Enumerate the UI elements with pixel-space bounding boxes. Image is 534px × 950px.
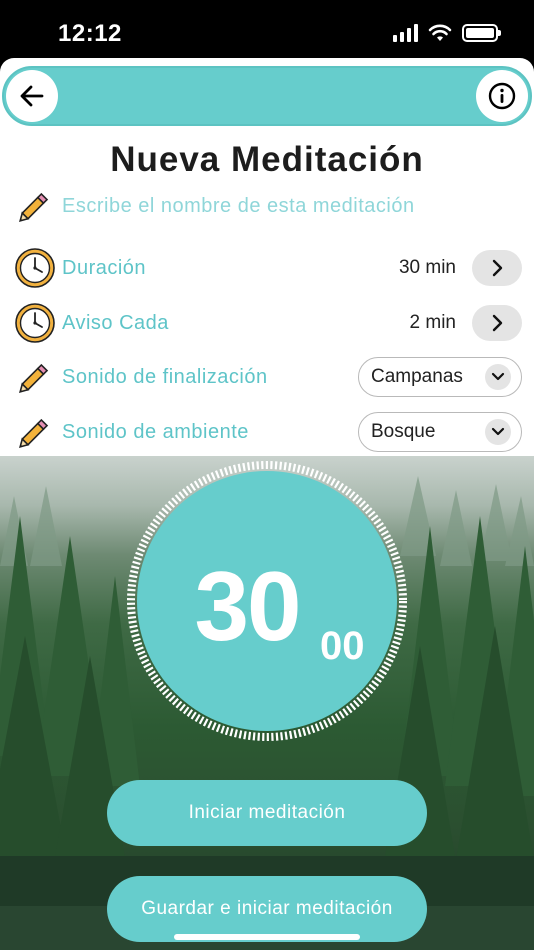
- duration-value: 30 min: [398, 257, 456, 278]
- pencil-icon: [14, 185, 56, 227]
- status-icons: [393, 24, 501, 42]
- duration-label: Duración: [62, 256, 147, 279]
- interval-value: 2 min: [409, 312, 456, 333]
- clock-icon: [14, 302, 56, 344]
- home-indicator[interactable]: [174, 934, 360, 940]
- ambient-sound-value: Bosque: [371, 421, 436, 442]
- ambient-sound-label: Sonido de ambiente: [62, 420, 249, 443]
- chevron-down-icon: [485, 419, 511, 445]
- cellular-signal-icon: [393, 24, 418, 42]
- end-sound-select[interactable]: Campanas: [358, 357, 522, 397]
- app-screen: Nueva Meditación Escribe el nombre de es…: [0, 58, 534, 950]
- meditation-name-row[interactable]: Escribe el nombre de esta meditación: [14, 184, 522, 228]
- clock-icon: [14, 247, 56, 289]
- chevron-down-icon: [485, 364, 511, 390]
- battery-icon: [462, 24, 501, 42]
- status-bar: 12:12: [0, 0, 534, 58]
- back-button[interactable]: [6, 70, 58, 122]
- ambient-sound-row: Sonido de ambiente Bosque: [14, 410, 522, 454]
- duration-row: Duración 30 min: [14, 246, 522, 290]
- top-bar: [2, 66, 532, 126]
- interval-row: Aviso Cada 2 min: [14, 301, 522, 345]
- pencil-icon: [14, 356, 56, 398]
- timer-seconds: 00: [320, 624, 365, 668]
- end-sound-label: Sonido de finalización: [62, 365, 268, 388]
- interval-chevron-button[interactable]: [472, 305, 522, 341]
- arrow-left-icon: [20, 85, 44, 107]
- chevron-right-icon: [492, 314, 503, 332]
- wifi-icon: [428, 24, 452, 41]
- page-title: Nueva Meditación: [110, 140, 424, 179]
- timer-dial[interactable]: 30 00: [126, 460, 408, 742]
- timer-readout: 30: [126, 550, 408, 663]
- pencil-icon: [14, 411, 56, 453]
- save-and-start-button[interactable]: Guardar e iniciar meditación: [107, 876, 427, 942]
- duration-chevron-button[interactable]: [472, 250, 522, 286]
- interval-label: Aviso Cada: [62, 311, 169, 334]
- end-sound-value: Campanas: [371, 366, 463, 387]
- end-sound-row: Sonido de finalización Campanas: [14, 355, 522, 399]
- info-button[interactable]: [476, 70, 528, 122]
- meditation-name-input[interactable]: Escribe el nombre de esta meditación: [62, 195, 415, 218]
- start-meditation-button[interactable]: Iniciar meditación: [107, 780, 427, 846]
- info-circle-icon: [488, 82, 516, 110]
- status-time: 12:12: [58, 20, 122, 47]
- timer-minutes: 30: [194, 551, 301, 661]
- ambient-sound-select[interactable]: Bosque: [358, 412, 522, 452]
- chevron-right-icon: [492, 259, 503, 277]
